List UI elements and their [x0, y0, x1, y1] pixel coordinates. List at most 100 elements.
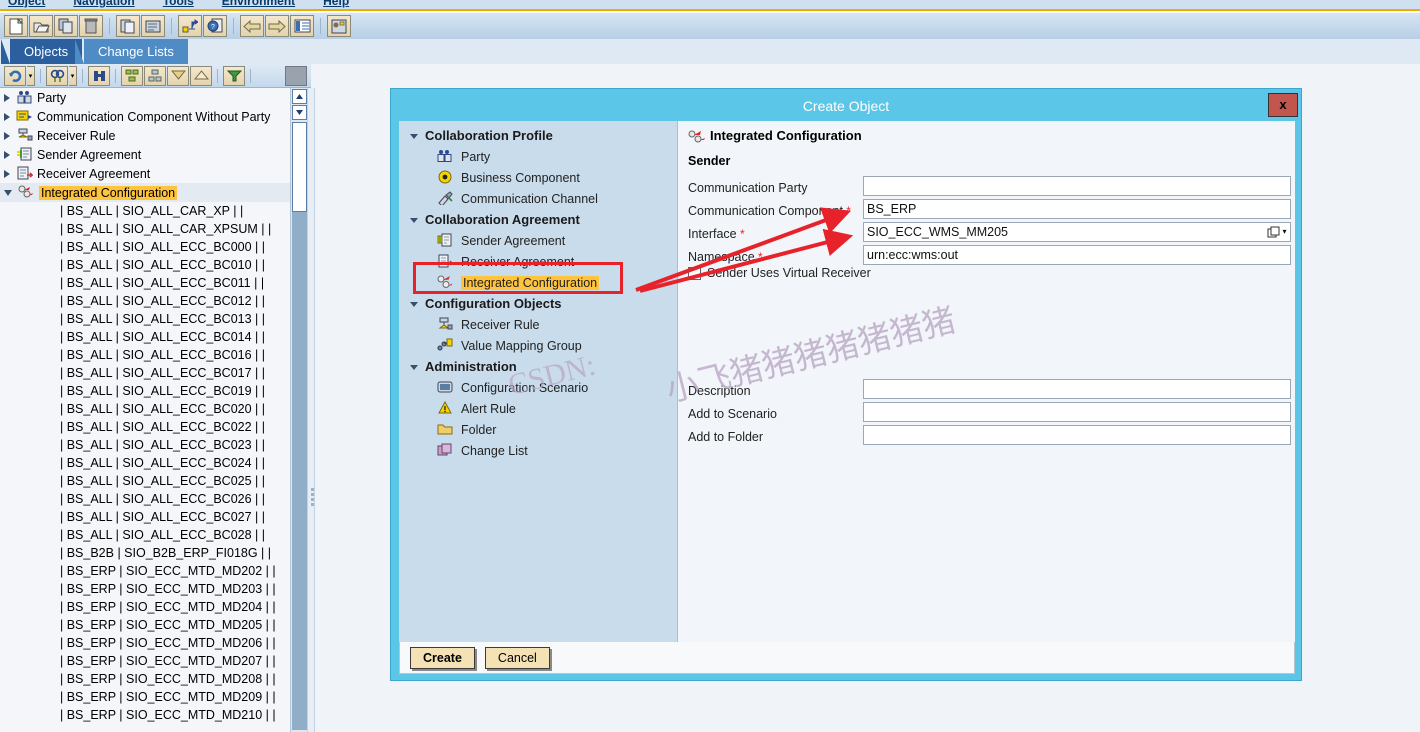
- tree-leaf-item[interactable]: | BS_ALL | SIO_ALL_ECC_BC026 | |: [0, 490, 290, 508]
- tree-scrollbar[interactable]: [290, 88, 307, 732]
- dialog-tree-group[interactable]: Collaboration Profile: [399, 125, 677, 146]
- dialog-tree-item-receiver-agreement[interactable]: Receiver Agreement: [399, 251, 677, 272]
- communication-party-input[interactable]: [863, 176, 1291, 196]
- chevron-down-icon[interactable]: [409, 212, 419, 227]
- menu-item-object[interactable]: Object: [8, 0, 45, 8]
- add-to-scenario-input[interactable]: [863, 402, 1291, 422]
- tree-leaf-item[interactable]: | BS_ALL | SIO_ALL_ECC_BC022 | |: [0, 418, 290, 436]
- scroll-up-arrow-icon[interactable]: [291, 89, 307, 104]
- back-arrow-icon[interactable]: [240, 15, 264, 37]
- dialog-tree-group[interactable]: Configuration Objects: [399, 293, 677, 314]
- tree-node-sender-agreement[interactable]: Sender Agreement: [0, 145, 290, 164]
- dialog-tree-item-change-list[interactable]: Change List: [399, 440, 677, 461]
- cancel-button[interactable]: Cancel: [484, 646, 550, 669]
- dialog-tree-item-folder[interactable]: Folder: [399, 419, 677, 440]
- tree-leaf-item[interactable]: | BS_ALL | SIO_ALL_ECC_BC016 | |: [0, 346, 290, 364]
- tree-leaf-item[interactable]: | BS_ERP | SIO_ECC_MTD_MD203 | |: [0, 580, 290, 598]
- chevron-right-icon[interactable]: [4, 150, 10, 159]
- menu-item-help[interactable]: Help: [323, 0, 349, 8]
- chevron-down-icon[interactable]: [4, 189, 12, 196]
- chevron-down-icon[interactable]: [409, 128, 419, 143]
- tree-node-receiver-rule[interactable]: Receiver Rule: [0, 126, 290, 145]
- find-icon[interactable]: [46, 65, 68, 86]
- tree-leaf-item[interactable]: | BS_ERP | SIO_ECC_MTD_MD202 | |: [0, 562, 290, 580]
- delete-trash-icon[interactable]: [79, 15, 103, 37]
- tree-leaf-item[interactable]: | BS_ALL | SIO_ALL_ECC_BC019 | |: [0, 382, 290, 400]
- dialog-tree-item-integrated-configuration[interactable]: Integrated Configuration: [399, 272, 677, 293]
- scrollbar-track[interactable]: [292, 122, 307, 730]
- tree-leaf-item[interactable]: | BS_ERP | SIO_ECC_MTD_MD208 | |: [0, 670, 290, 688]
- collapse-tree-icon[interactable]: [144, 65, 166, 86]
- chevron-right-icon[interactable]: [4, 93, 10, 102]
- tree-leaf-item[interactable]: | BS_ERP | SIO_ECC_MTD_MD210 | |: [0, 706, 290, 724]
- user-admin-icon[interactable]: [327, 15, 351, 37]
- expand-all-icon[interactable]: [167, 65, 189, 86]
- chevron-down-icon[interactable]: [409, 296, 419, 311]
- list-view-icon[interactable]: [290, 15, 314, 37]
- dialog-tree-item-value-mapping-group[interactable]: Value Mapping Group: [399, 335, 677, 356]
- tree-leaf-item[interactable]: | BS_ALL | SIO_ALL_ECC_BC024 | |: [0, 454, 290, 472]
- tree-leaf-item[interactable]: | BS_ERP | SIO_ECC_MTD_MD205 | |: [0, 616, 290, 634]
- tree-leaf-item[interactable]: | BS_ALL | SIO_ALL_ECC_BC012 | |: [0, 292, 290, 310]
- tree-node-integrated-configuration[interactable]: Integrated Configuration: [0, 183, 290, 202]
- add-to-folder-input[interactable]: [863, 425, 1291, 445]
- dialog-tree-item-business-component[interactable]: Business Component: [399, 167, 677, 188]
- refresh-icon[interactable]: [4, 65, 26, 86]
- sender-uses-virtual-receiver-row[interactable]: Sender Uses Virtual Receiver: [688, 266, 871, 280]
- duplicate-icon[interactable]: [116, 15, 140, 37]
- collapse-all-icon[interactable]: [190, 65, 212, 86]
- dialog-tree-group[interactable]: Collaboration Agreement: [399, 209, 677, 230]
- communication-component-input[interactable]: BS_ERP: [863, 199, 1291, 219]
- tree-leaf-item[interactable]: | BS_ALL | SIO_ALL_ECC_BC014 | |: [0, 328, 290, 346]
- tree-node-receiver-agreement[interactable]: Receiver Agreement: [0, 164, 290, 183]
- tree-leaf-item[interactable]: | BS_ALL | SIO_ALL_ECC_BC000 | |: [0, 238, 290, 256]
- filter-icon[interactable]: [223, 65, 245, 86]
- dialog-tree-item-sender-agreement[interactable]: Sender Agreement: [399, 230, 677, 251]
- copy-icon[interactable]: [54, 15, 78, 37]
- tree-leaf-item[interactable]: | BS_ERP | SIO_ECC_MTD_MD207 | |: [0, 652, 290, 670]
- panel-splitter[interactable]: [307, 88, 315, 732]
- value-help-icon[interactable]: ▾: [1264, 223, 1290, 241]
- tab-objects[interactable]: Objects: [0, 39, 83, 64]
- checkbox-icon[interactable]: [688, 266, 701, 280]
- interface-input[interactable]: SIO_ECC_WMS_MM205 ▾: [863, 222, 1291, 242]
- expand-tree-icon[interactable]: [121, 65, 143, 86]
- chevron-right-icon[interactable]: [4, 112, 10, 121]
- tree-leaf-item[interactable]: | BS_ALL | SIO_ALL_ECC_BC020 | |: [0, 400, 290, 418]
- menu-item-tools[interactable]: Tools: [163, 0, 194, 8]
- dialog-tree-item-alert-rule[interactable]: Alert Rule: [399, 398, 677, 419]
- menu-item-environment[interactable]: Environment: [222, 0, 295, 8]
- tree-leaf-item[interactable]: | BS_ALL | SIO_ALL_ECC_BC017 | |: [0, 364, 290, 382]
- create-button[interactable]: Create: [410, 646, 475, 669]
- chevron-right-icon[interactable]: [4, 169, 10, 178]
- open-folder-icon[interactable]: [29, 15, 53, 37]
- tree-leaf-item[interactable]: | BS_B2B | SIO_B2B_ERP_FI018G | |: [0, 544, 290, 562]
- dialog-tree-item-communication-channel[interactable]: Communication Channel: [399, 188, 677, 209]
- refresh-dropdown-arrow-icon[interactable]: ▾: [27, 65, 35, 86]
- menu-item-navigation[interactable]: Navigation: [73, 0, 134, 8]
- object-tree[interactable]: Party Communication Component Without Pa…: [0, 88, 290, 732]
- chevron-right-icon[interactable]: [4, 131, 10, 140]
- description-input[interactable]: [863, 379, 1291, 399]
- namespace-input[interactable]: urn:ecc:wms:out: [863, 245, 1291, 265]
- find-object-icon[interactable]: ?: [203, 15, 227, 37]
- tree-leaf-item[interactable]: | BS_ALL | SIO_ALL_ECC_BC028 | |: [0, 526, 290, 544]
- tree-leaf-item[interactable]: | BS_ERP | SIO_ECC_MTD_MD204 | |: [0, 598, 290, 616]
- tab-change-lists[interactable]: Change Lists: [75, 39, 188, 64]
- tree-leaf-item[interactable]: | BS_ERP | SIO_ECC_MTD_MD206 | |: [0, 634, 290, 652]
- tree-leaf-item[interactable]: | BS_ALL | SIO_ALL_CAR_XP | |: [0, 202, 290, 220]
- tree-leaf-item[interactable]: | BS_ERP | SIO_ECC_MTD_MD209 | |: [0, 688, 290, 706]
- tree-leaf-item[interactable]: | BS_ALL | SIO_ALL_ECC_BC027 | |: [0, 508, 290, 526]
- close-icon[interactable]: x: [1268, 93, 1298, 117]
- tree-leaf-item[interactable]: | BS_ALL | SIO_ALL_ECC_BC010 | |: [0, 256, 290, 274]
- chevron-down-icon[interactable]: [409, 359, 419, 374]
- stop-icon[interactable]: [285, 65, 307, 86]
- dialog-tree-item-receiver-rule[interactable]: Receiver Rule: [399, 314, 677, 335]
- find-dropdown-arrow-icon[interactable]: ▾: [69, 65, 77, 86]
- scrollbar-thumb[interactable]: [292, 122, 307, 212]
- tree-node-party[interactable]: Party: [0, 88, 290, 107]
- forward-arrow-icon[interactable]: [265, 15, 289, 37]
- tree-node-communication-component-without-party[interactable]: Communication Component Without Party: [0, 107, 290, 126]
- tree-leaf-item[interactable]: | BS_ALL | SIO_ALL_CAR_XPSUM | |: [0, 220, 290, 238]
- properties-icon[interactable]: [141, 15, 165, 37]
